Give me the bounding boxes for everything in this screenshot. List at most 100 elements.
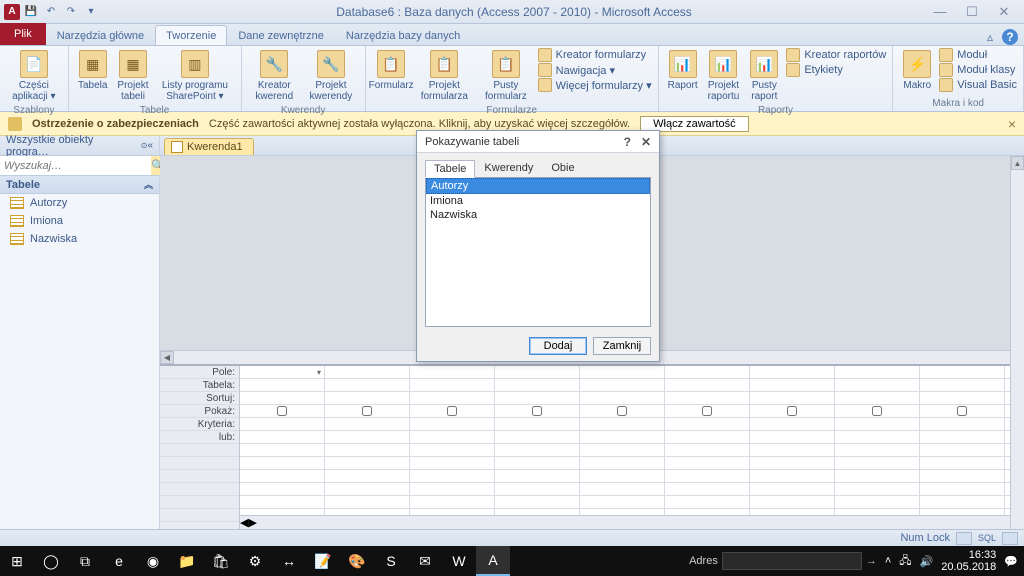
address-input[interactable] (722, 552, 862, 570)
grid-cell[interactable] (750, 366, 834, 379)
ribbon-button[interactable]: 📋Formularz (372, 48, 411, 93)
tab-home[interactable]: Narzędzia główne (46, 25, 155, 45)
file-tab[interactable]: Plik (0, 23, 46, 45)
grid-cell[interactable] (495, 418, 579, 431)
grid-cell[interactable] (665, 366, 749, 379)
ribbon-button[interactable]: 📊Projekt raportu (703, 48, 745, 104)
grid-cell[interactable] (920, 470, 1004, 483)
grid-cell[interactable] (580, 457, 664, 470)
word-icon[interactable]: W (442, 546, 476, 576)
grid-cell[interactable] (240, 444, 324, 457)
grid-cell[interactable] (325, 444, 409, 457)
grid-cell[interactable] (665, 444, 749, 457)
dialog-list-item[interactable]: Imiona (426, 194, 650, 208)
qat-dropdown-icon[interactable]: ▾ (82, 3, 100, 21)
grid-cell[interactable] (750, 470, 834, 483)
dialog-table-list[interactable]: AutorzyImionaNazwiska (425, 177, 651, 327)
save-icon[interactable]: 💾 (22, 3, 40, 21)
grid-cell[interactable] (665, 457, 749, 470)
grid-cell[interactable] (240, 457, 324, 470)
address-go-icon[interactable]: → (866, 555, 877, 567)
grid-cell[interactable] (665, 392, 749, 405)
ribbon-small-button[interactable]: Moduł klasy (939, 63, 1017, 77)
grid-cell[interactable] (750, 392, 834, 405)
grid-cell[interactable] (835, 379, 919, 392)
grid-cell[interactable] (835, 392, 919, 405)
grid-cell[interactable] (750, 457, 834, 470)
search-input[interactable] (0, 156, 151, 175)
grid-cell[interactable] (920, 405, 1004, 418)
grid-cell[interactable] (750, 405, 834, 418)
security-close-icon[interactable]: × (1008, 116, 1016, 132)
grid-cell[interactable] (920, 444, 1004, 457)
grid-cell[interactable] (240, 379, 324, 392)
ribbon-small-button[interactable]: Nawigacja ▾ (538, 63, 652, 77)
view-datasheet-icon[interactable] (956, 532, 972, 545)
grid-cell[interactable] (410, 418, 494, 431)
grid-cell[interactable] (325, 379, 409, 392)
dialog-close-icon[interactable]: ✕ (641, 135, 651, 149)
grid-cell[interactable] (325, 496, 409, 509)
ribbon-button[interactable]: 📄Części aplikacji ▾ (6, 48, 62, 104)
ribbon-small-button[interactable]: Kreator formularzy (538, 48, 652, 62)
show-checkbox[interactable] (447, 406, 457, 416)
grid-cell[interactable] (920, 392, 1004, 405)
show-checkbox[interactable] (617, 406, 627, 416)
grid-cell[interactable] (835, 405, 919, 418)
ribbon-button[interactable]: 🔧Projekt kwerendy (303, 48, 359, 104)
grid-cell[interactable] (580, 496, 664, 509)
grid-cell[interactable] (665, 379, 749, 392)
nav-collapse-icon[interactable]: « (147, 140, 153, 151)
grid-cell[interactable] (240, 431, 324, 444)
ribbon-button[interactable]: ▦Projekt tabeli (113, 48, 154, 104)
grid-cell[interactable] (580, 444, 664, 457)
ribbon-small-button[interactable]: Moduł (939, 48, 1017, 62)
grid-cell[interactable] (580, 405, 664, 418)
grid-cell[interactable] (665, 405, 749, 418)
grid-cell[interactable] (495, 444, 579, 457)
grid-cell[interactable] (240, 483, 324, 496)
cortana-icon[interactable]: ◯ (34, 546, 68, 576)
collapse-category-icon[interactable]: ︽ (144, 178, 153, 191)
teamviewer-icon[interactable]: ↔ (272, 546, 306, 576)
grid-cell[interactable] (410, 379, 494, 392)
help-icon[interactable]: ? (1002, 29, 1018, 45)
grid-cell[interactable] (325, 392, 409, 405)
grid-cell[interactable] (665, 483, 749, 496)
grid-cell[interactable] (665, 418, 749, 431)
dialog-help-icon[interactable]: ? (624, 135, 631, 149)
explorer-icon[interactable]: 📁 (170, 546, 204, 576)
show-checkbox[interactable] (277, 406, 287, 416)
grid-cell[interactable] (495, 483, 579, 496)
grid-cell[interactable] (835, 496, 919, 509)
ribbon-button[interactable]: ▦Tabela (75, 48, 111, 93)
grid-cell[interactable] (835, 483, 919, 496)
dialog-tab-both[interactable]: Obie (542, 159, 583, 177)
grid-cell[interactable] (580, 470, 664, 483)
query-tab[interactable]: Kwerenda1 (164, 138, 254, 155)
grid-cell[interactable] (325, 366, 409, 379)
grid-cell[interactable] (835, 457, 919, 470)
view-design-icon[interactable] (1002, 532, 1018, 545)
maximize-button[interactable]: ☐ (960, 4, 984, 20)
skype-icon[interactable]: S (374, 546, 408, 576)
ribbon-button[interactable]: 📊Raport (665, 48, 701, 93)
grid-cell[interactable] (580, 431, 664, 444)
chrome-icon[interactable]: ◉ (136, 546, 170, 576)
start-button[interactable]: ⊞ (0, 546, 34, 576)
grid-cell[interactable] (240, 418, 324, 431)
grid-cell[interactable] (325, 405, 409, 418)
minimize-ribbon-icon[interactable]: ▵ (982, 29, 998, 45)
nav-table-item[interactable]: Imiona (0, 212, 159, 230)
ribbon-small-button[interactable]: Etykiety (786, 63, 886, 77)
paint-icon[interactable]: 🎨 (340, 546, 374, 576)
show-checkbox[interactable] (362, 406, 372, 416)
outlook-icon[interactable]: ✉ (408, 546, 442, 576)
grid-cell[interactable] (665, 470, 749, 483)
grid-cell[interactable] (325, 483, 409, 496)
grid-cell[interactable] (835, 418, 919, 431)
network-icon[interactable]: 🖧 (899, 552, 911, 571)
clock[interactable]: 16:33 20.05.2018 (941, 549, 996, 573)
dialog-list-item[interactable]: Nazwiska (426, 208, 650, 222)
notifications-icon[interactable]: 💬 (1004, 555, 1018, 568)
